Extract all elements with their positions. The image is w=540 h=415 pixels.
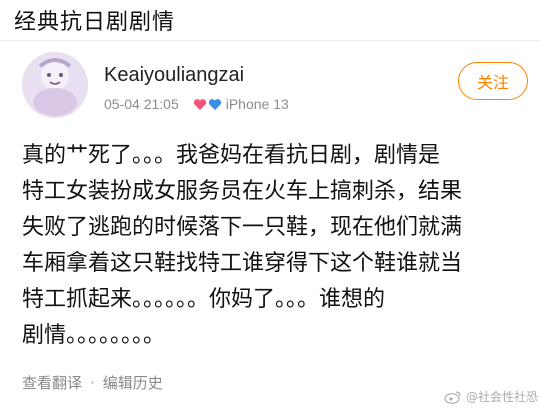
follow-button[interactable]: 关注 (458, 62, 528, 100)
post-text-line: 车厢拿着这只鞋找特工谁穿得下这个鞋谁就当 (22, 251, 463, 276)
post-device: iPhone 13 (225, 96, 289, 112)
heart-badges (193, 98, 222, 111)
post-text-line: 剧情。。。。。。。。 (22, 323, 166, 348)
edit-history-link[interactable]: 编辑历史 (103, 372, 163, 393)
watermark: @社会性社恐 (444, 388, 538, 405)
post-text-line: 特工女装扮成女服务员在火车上搞刺杀，结果 (22, 179, 463, 204)
post-text-line: 失败了逃跑的时候落下一只鞋，现在他们就满 (22, 215, 463, 240)
weibo-logo-icon (444, 390, 461, 404)
avatar[interactable] (22, 52, 88, 118)
page-title: 经典抗日剧剧情 (14, 10, 176, 35)
post-text-line: 真的艹死了。。。我爸妈在看抗日剧，剧情是 (22, 143, 441, 168)
pink-heart-icon (193, 98, 206, 110)
translate-link[interactable]: 查看翻译 (22, 372, 82, 393)
post-body: 真的艹死了。。。我爸妈在看抗日剧，剧情是 特工女装扮成女服务员在火车上搞刺杀，结… (22, 138, 532, 354)
avatar-image (22, 52, 88, 118)
post-timestamp: 05-04 21:05 (104, 96, 179, 112)
post-text-line: 特工抓起来。。。。。。你妈了。。。谁想的 (22, 287, 386, 312)
separator-dot: · (90, 373, 95, 392)
post-actions: 查看翻译 · 编辑历史 (22, 372, 163, 393)
username[interactable]: Keaiyouliangzai (104, 64, 244, 87)
blue-heart-icon (208, 98, 221, 110)
post-meta: 05-04 21:05 iPhone 13 (104, 96, 289, 112)
watermark-text: @社会性社恐 (466, 390, 539, 404)
